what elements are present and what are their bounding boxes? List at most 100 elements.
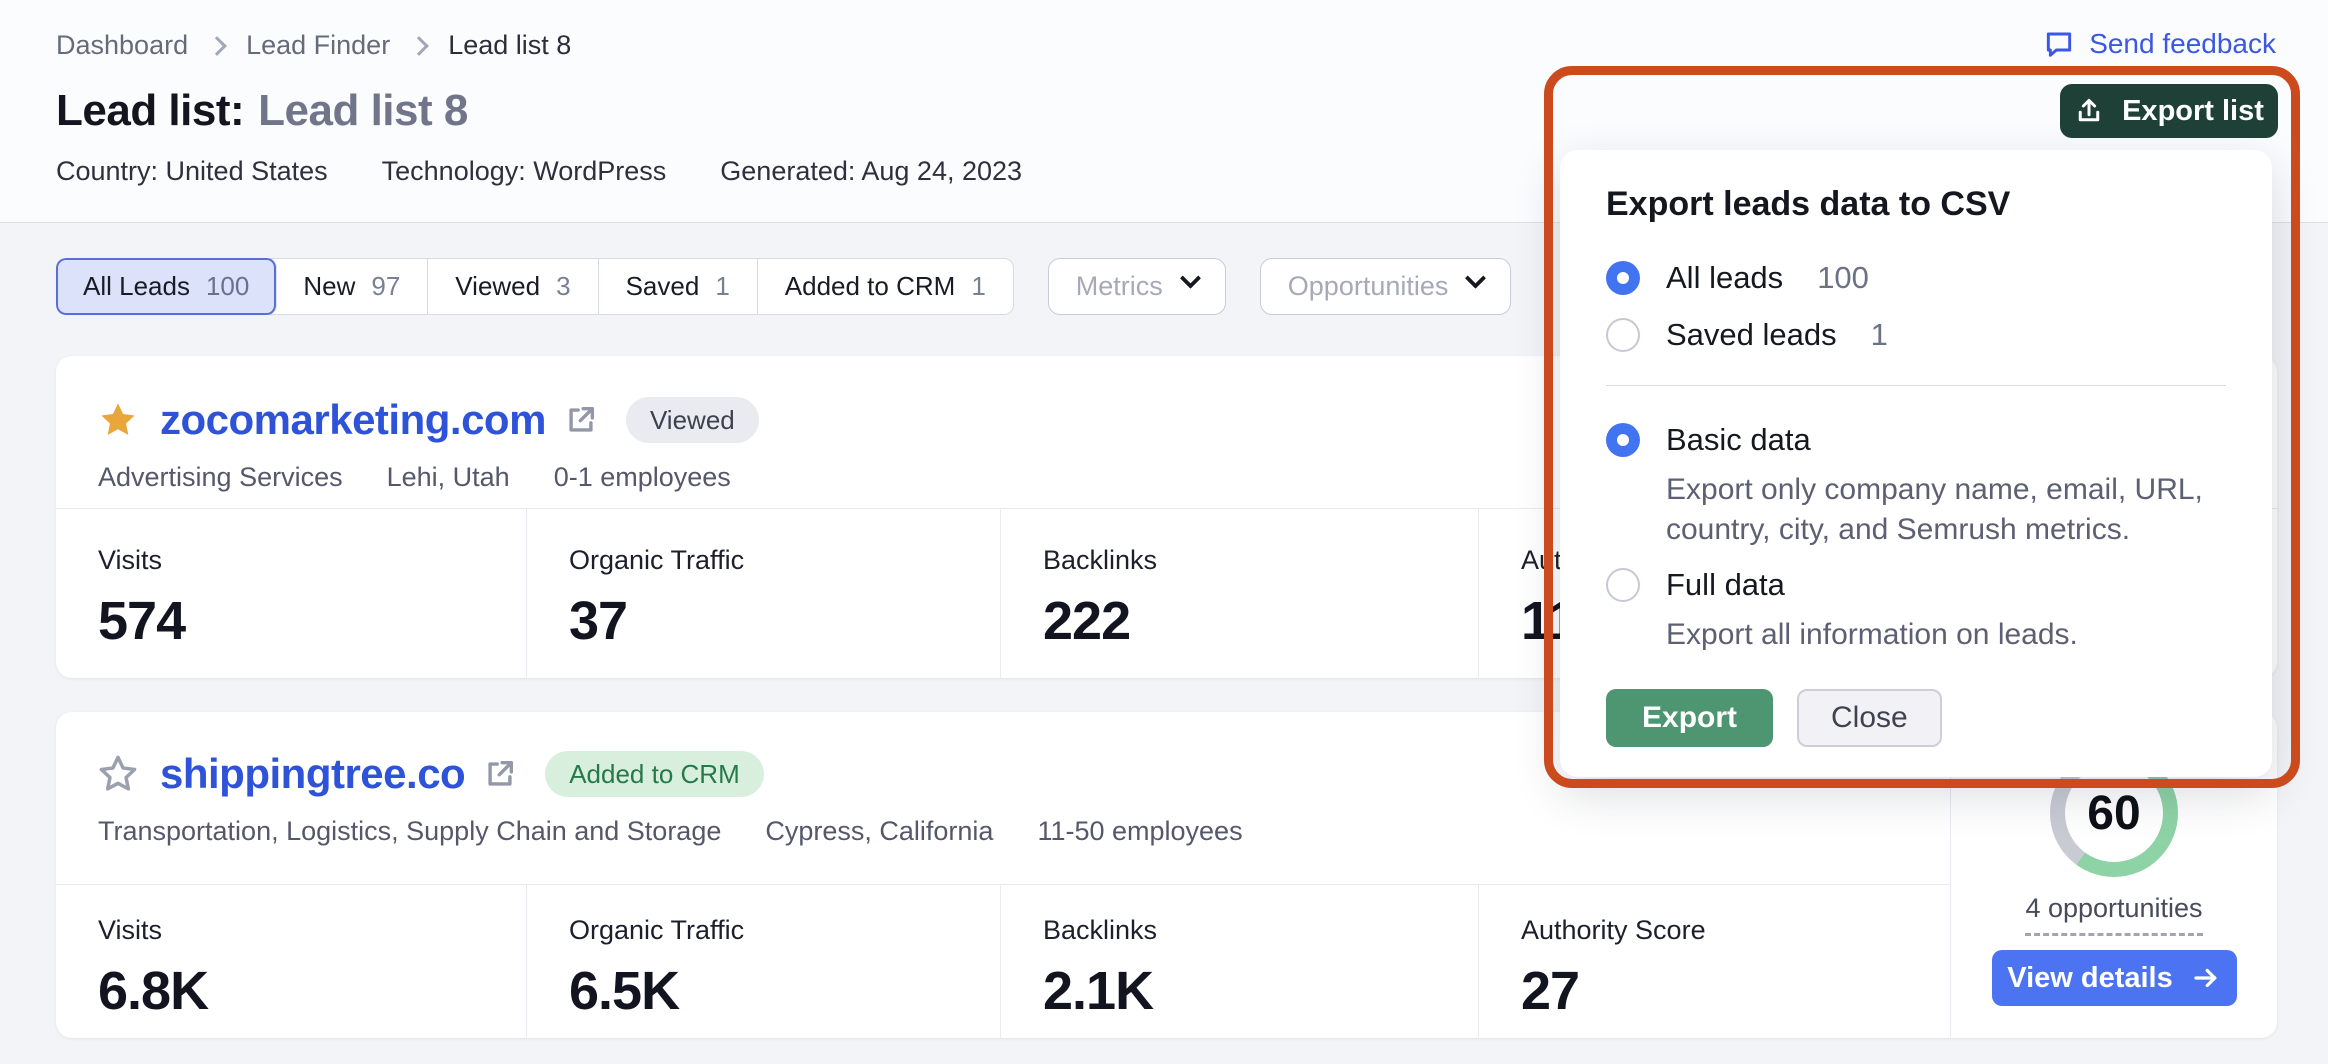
radio-label: All leads (1666, 260, 1783, 296)
tab-saved[interactable]: Saved 1 (599, 259, 758, 314)
chevron-right-icon (207, 36, 227, 56)
external-link-icon[interactable] (564, 403, 598, 437)
dialog-heading: Export leads data to CSV (1606, 184, 2226, 224)
tab-label: New (303, 271, 355, 302)
lead-status-tabs: All Leads 100 New 97 Viewed 3 Saved 1 Ad… (56, 258, 1014, 315)
page-title: Lead list: Lead list 8 (56, 86, 468, 136)
lead-employees: 0-1 employees (554, 462, 731, 493)
export-list-label: Export list (2122, 95, 2264, 128)
feedback-bubble-icon (2043, 28, 2075, 60)
metric-backlinks: Backlinks 222 (1000, 509, 1478, 678)
view-details-label: View details (2007, 962, 2173, 995)
star-outline-icon[interactable] (96, 752, 140, 796)
metric-value: 2.1K (1043, 960, 1478, 1022)
view-details-button[interactable]: View details (1992, 950, 2237, 1006)
opportunities-dropdown[interactable]: Opportunities (1260, 258, 1512, 315)
metric-value: 6.5K (569, 960, 1000, 1022)
breadcrumb-dashboard[interactable]: Dashboard (56, 30, 188, 61)
radio-basic-data[interactable]: Basic data (1606, 418, 2226, 462)
breadcrumb-lead-finder[interactable]: Lead Finder (246, 30, 390, 61)
meta-country: Country: United States (56, 156, 328, 187)
lead-employees: 11-50 employees (1037, 816, 1242, 847)
close-button[interactable]: Close (1797, 689, 1942, 747)
lead-domain-link[interactable]: shippingtree.co (160, 750, 465, 798)
lead-info-row: Transportation, Logistics, Supply Chain … (98, 816, 1243, 847)
lead-title-row: shippingtree.co Added to CRM (96, 746, 764, 802)
metric-value: 574 (98, 590, 526, 652)
radio-button-icon[interactable] (1606, 568, 1640, 602)
chevron-right-icon (409, 36, 429, 56)
page-title-prefix: Lead list: (56, 86, 244, 135)
radio-label: Basic data (1666, 422, 1811, 458)
radio-button-icon[interactable] (1606, 318, 1640, 352)
page-title-name: Lead list 8 (258, 86, 468, 135)
chevron-down-icon (1180, 268, 1201, 289)
metric-organic-traffic: Organic Traffic 37 (526, 509, 1000, 678)
tab-count: 1 (971, 271, 985, 302)
radio-all-leads[interactable]: All leads 100 (1606, 256, 2226, 300)
metric-label: Visits (98, 545, 526, 576)
lead-location: Lehi, Utah (387, 462, 510, 493)
metric-label: Organic Traffic (569, 915, 1000, 946)
metric-organic-traffic: Organic Traffic 6.5K (526, 885, 1000, 1038)
send-feedback-label: Send feedback (2089, 28, 2276, 60)
metric-value: 6.8K (98, 960, 526, 1022)
status-badge: Viewed (626, 397, 759, 443)
lead-info-row: Advertising Services Lehi, Utah 0-1 empl… (98, 462, 731, 493)
tab-viewed[interactable]: Viewed 3 (428, 259, 598, 314)
lead-domain-link[interactable]: zocomarketing.com (160, 396, 546, 444)
metric-label: Backlinks (1043, 545, 1478, 576)
export-dialog: Export leads data to CSV All leads 100 S… (1560, 150, 2272, 777)
metric-value: 37 (569, 590, 1000, 652)
metric-visits: Visits 6.8K (56, 885, 526, 1038)
radio-description: Export only company name, email, URL, co… (1666, 470, 2226, 550)
lead-list-page: Dashboard Lead Finder Lead list 8 Send f… (0, 0, 2328, 1064)
export-list-button[interactable]: Export list (2060, 84, 2278, 138)
star-filled-icon[interactable] (96, 398, 140, 442)
radio-label: Full data (1666, 567, 1785, 603)
lead-industry: Advertising Services (98, 462, 343, 493)
tab-label: Saved (626, 271, 700, 302)
breadcrumb: Dashboard Lead Finder Lead list 8 (56, 30, 571, 61)
send-feedback-button[interactable]: Send feedback (2043, 28, 2276, 60)
tab-count: 3 (556, 271, 570, 302)
metric-label: Authority Score (1521, 915, 1950, 946)
breadcrumb-current: Lead list 8 (448, 30, 571, 61)
upload-icon (2074, 96, 2104, 126)
meta-technology: Technology: WordPress (382, 156, 667, 187)
tab-label: Viewed (455, 271, 540, 302)
radio-button-icon[interactable] (1606, 423, 1640, 457)
meta-generated: Generated: Aug 24, 2023 (720, 156, 1022, 187)
lead-title-row: zocomarketing.com Viewed (96, 392, 759, 448)
radio-count: 100 (1817, 260, 1869, 296)
gauge-score-value: 60 (2087, 786, 2140, 841)
tab-count: 97 (371, 271, 400, 302)
chevron-down-icon (1465, 268, 1486, 289)
list-meta: Country: United States Technology: WordP… (56, 156, 1022, 187)
lead-metrics: Visits 6.8K Organic Traffic 6.5K Backlin… (56, 884, 1950, 1038)
tab-added-to-crm[interactable]: Added to CRM 1 (758, 259, 1013, 314)
tab-all-leads[interactable]: All Leads 100 (56, 258, 277, 315)
dialog-divider (1606, 385, 2226, 386)
tab-new[interactable]: New 97 (276, 259, 428, 314)
tab-count: 100 (206, 271, 249, 302)
external-link-icon[interactable] (483, 757, 517, 791)
radio-saved-leads[interactable]: Saved leads 1 (1606, 313, 2226, 357)
metric-label: Backlinks (1043, 915, 1478, 946)
status-badge: Added to CRM (545, 751, 764, 797)
metrics-dropdown[interactable]: Metrics (1048, 258, 1226, 315)
filter-bar: All Leads 100 New 97 Viewed 3 Saved 1 Ad… (56, 258, 1511, 315)
metric-label: Visits (98, 915, 526, 946)
radio-count: 1 (1871, 317, 1888, 353)
radio-button-icon[interactable] (1606, 261, 1640, 295)
export-button[interactable]: Export (1606, 689, 1773, 747)
radio-label: Saved leads (1666, 317, 1837, 353)
radio-description: Export all information on leads. (1666, 615, 2226, 655)
opportunities-link[interactable]: 4 opportunities (2025, 893, 2202, 936)
lead-industry: Transportation, Logistics, Supply Chain … (98, 816, 721, 847)
radio-full-data[interactable]: Full data (1606, 563, 2226, 607)
metric-label: Organic Traffic (569, 545, 1000, 576)
lead-location: Cypress, California (765, 816, 993, 847)
metric-authority-score: Authority Score 27 (1478, 885, 1950, 1038)
arrow-right-icon (2191, 963, 2221, 993)
